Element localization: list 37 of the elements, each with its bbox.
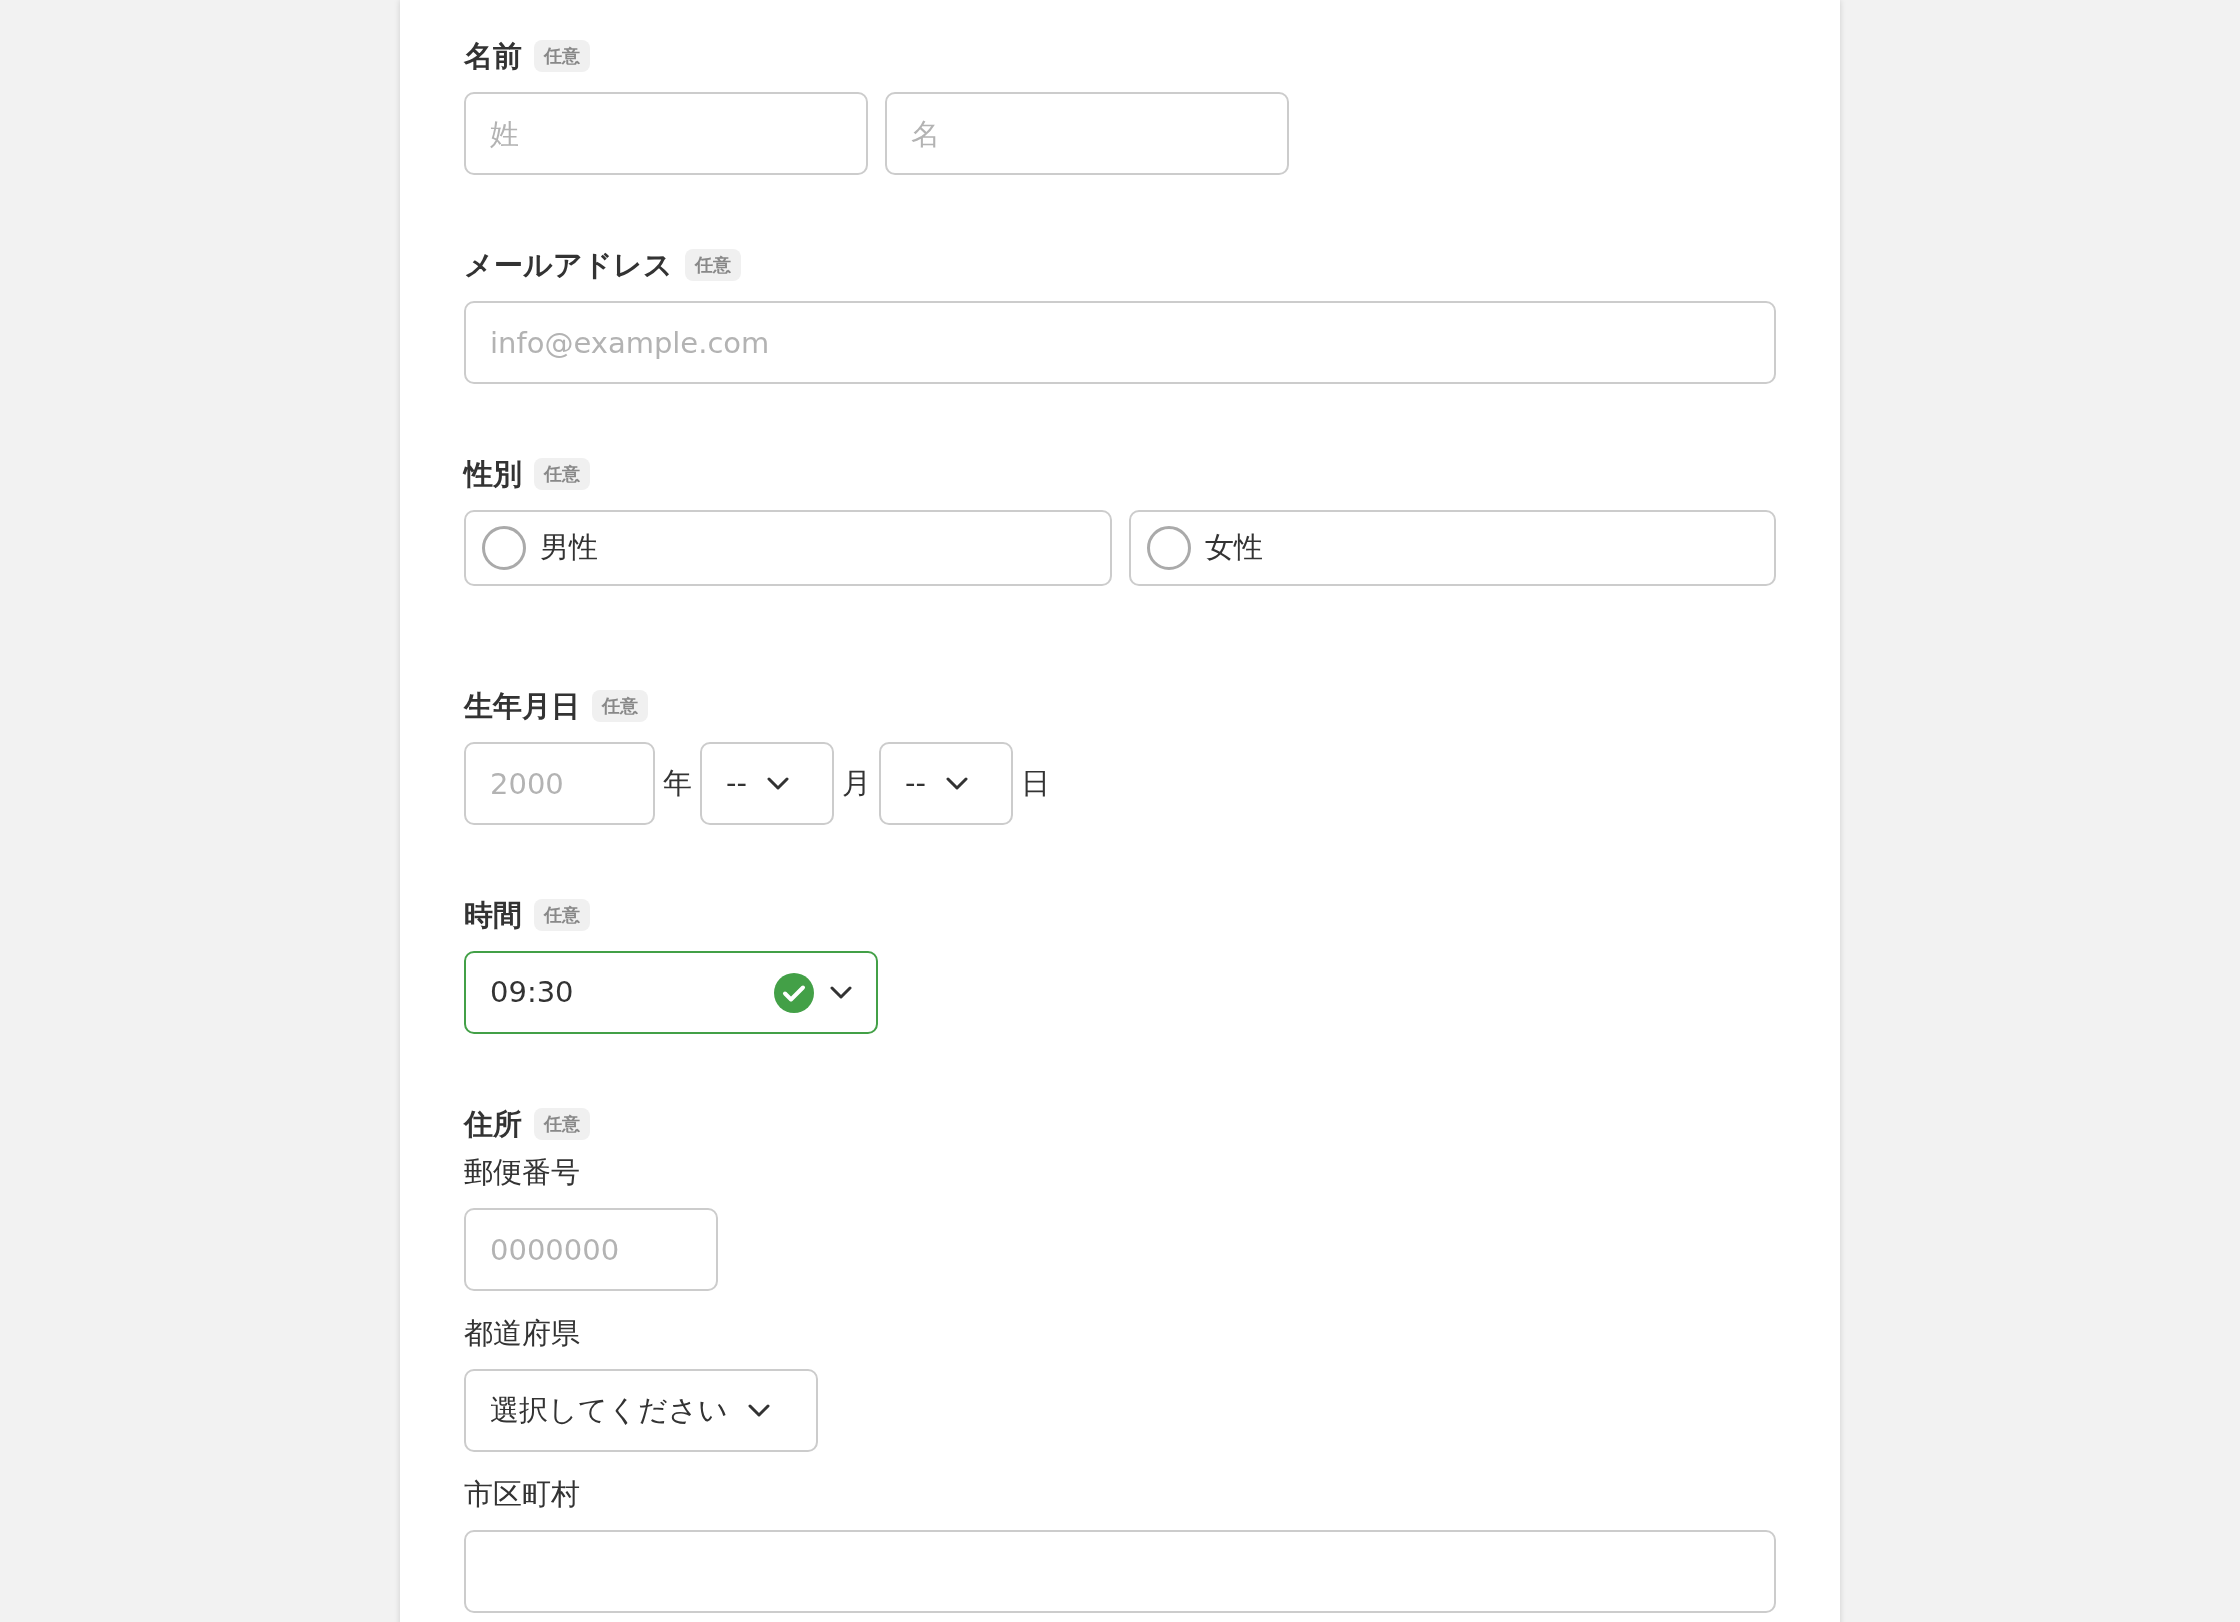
field-label: 郵便番号 (464, 1154, 581, 1191)
optional-tag: 任意 (534, 1108, 590, 1140)
unit-label: 日 (1021, 764, 1050, 802)
radio-button[interactable] (1146, 526, 1191, 570)
field-label: 時間 (464, 897, 522, 934)
prefecture-select[interactable]: 選択してください (464, 1369, 818, 1452)
chevron-down-icon (748, 1403, 770, 1418)
gender-option[interactable]: 女性 (1128, 510, 1776, 586)
chevron-down-icon (945, 776, 968, 791)
address-field[interactable]: 0000000 (464, 1208, 718, 1291)
name-field[interactable]: 姓 (464, 92, 868, 175)
field-label: 名前 (464, 38, 522, 75)
month-select[interactable]: -- (700, 742, 834, 825)
unit-label: 年 (663, 764, 692, 802)
field-label: 都道府県 (464, 1315, 581, 1352)
field-label: 市区町村 (464, 1476, 581, 1513)
optional-tag: 任意 (685, 249, 741, 281)
field-label: 生年月日 (464, 688, 580, 725)
optional-tag: 任意 (534, 899, 590, 931)
address-field[interactable] (464, 1530, 1776, 1613)
optional-tag: 任意 (592, 690, 648, 722)
check-circle-icon (774, 972, 814, 1013)
field-label: 性別 (464, 456, 522, 493)
year-field[interactable]: 2000 (464, 742, 655, 825)
gender-option[interactable]: 男性 (464, 510, 1112, 586)
day-select[interactable]: -- (879, 742, 1013, 825)
optional-tag: 任意 (534, 40, 590, 72)
name-field[interactable]: 名 (885, 92, 1289, 175)
chevron-down-icon (830, 985, 852, 1000)
field-label: 住所 (464, 1106, 522, 1143)
optional-tag: 任意 (534, 458, 590, 490)
time-select[interactable]: 09:30 (464, 951, 878, 1034)
email-field[interactable]: info@example.com (464, 301, 1776, 384)
radio-button[interactable] (482, 526, 526, 570)
field-label: メールアドレス (464, 247, 673, 284)
unit-label: 月 (842, 764, 871, 802)
chevron-down-icon (766, 776, 789, 791)
